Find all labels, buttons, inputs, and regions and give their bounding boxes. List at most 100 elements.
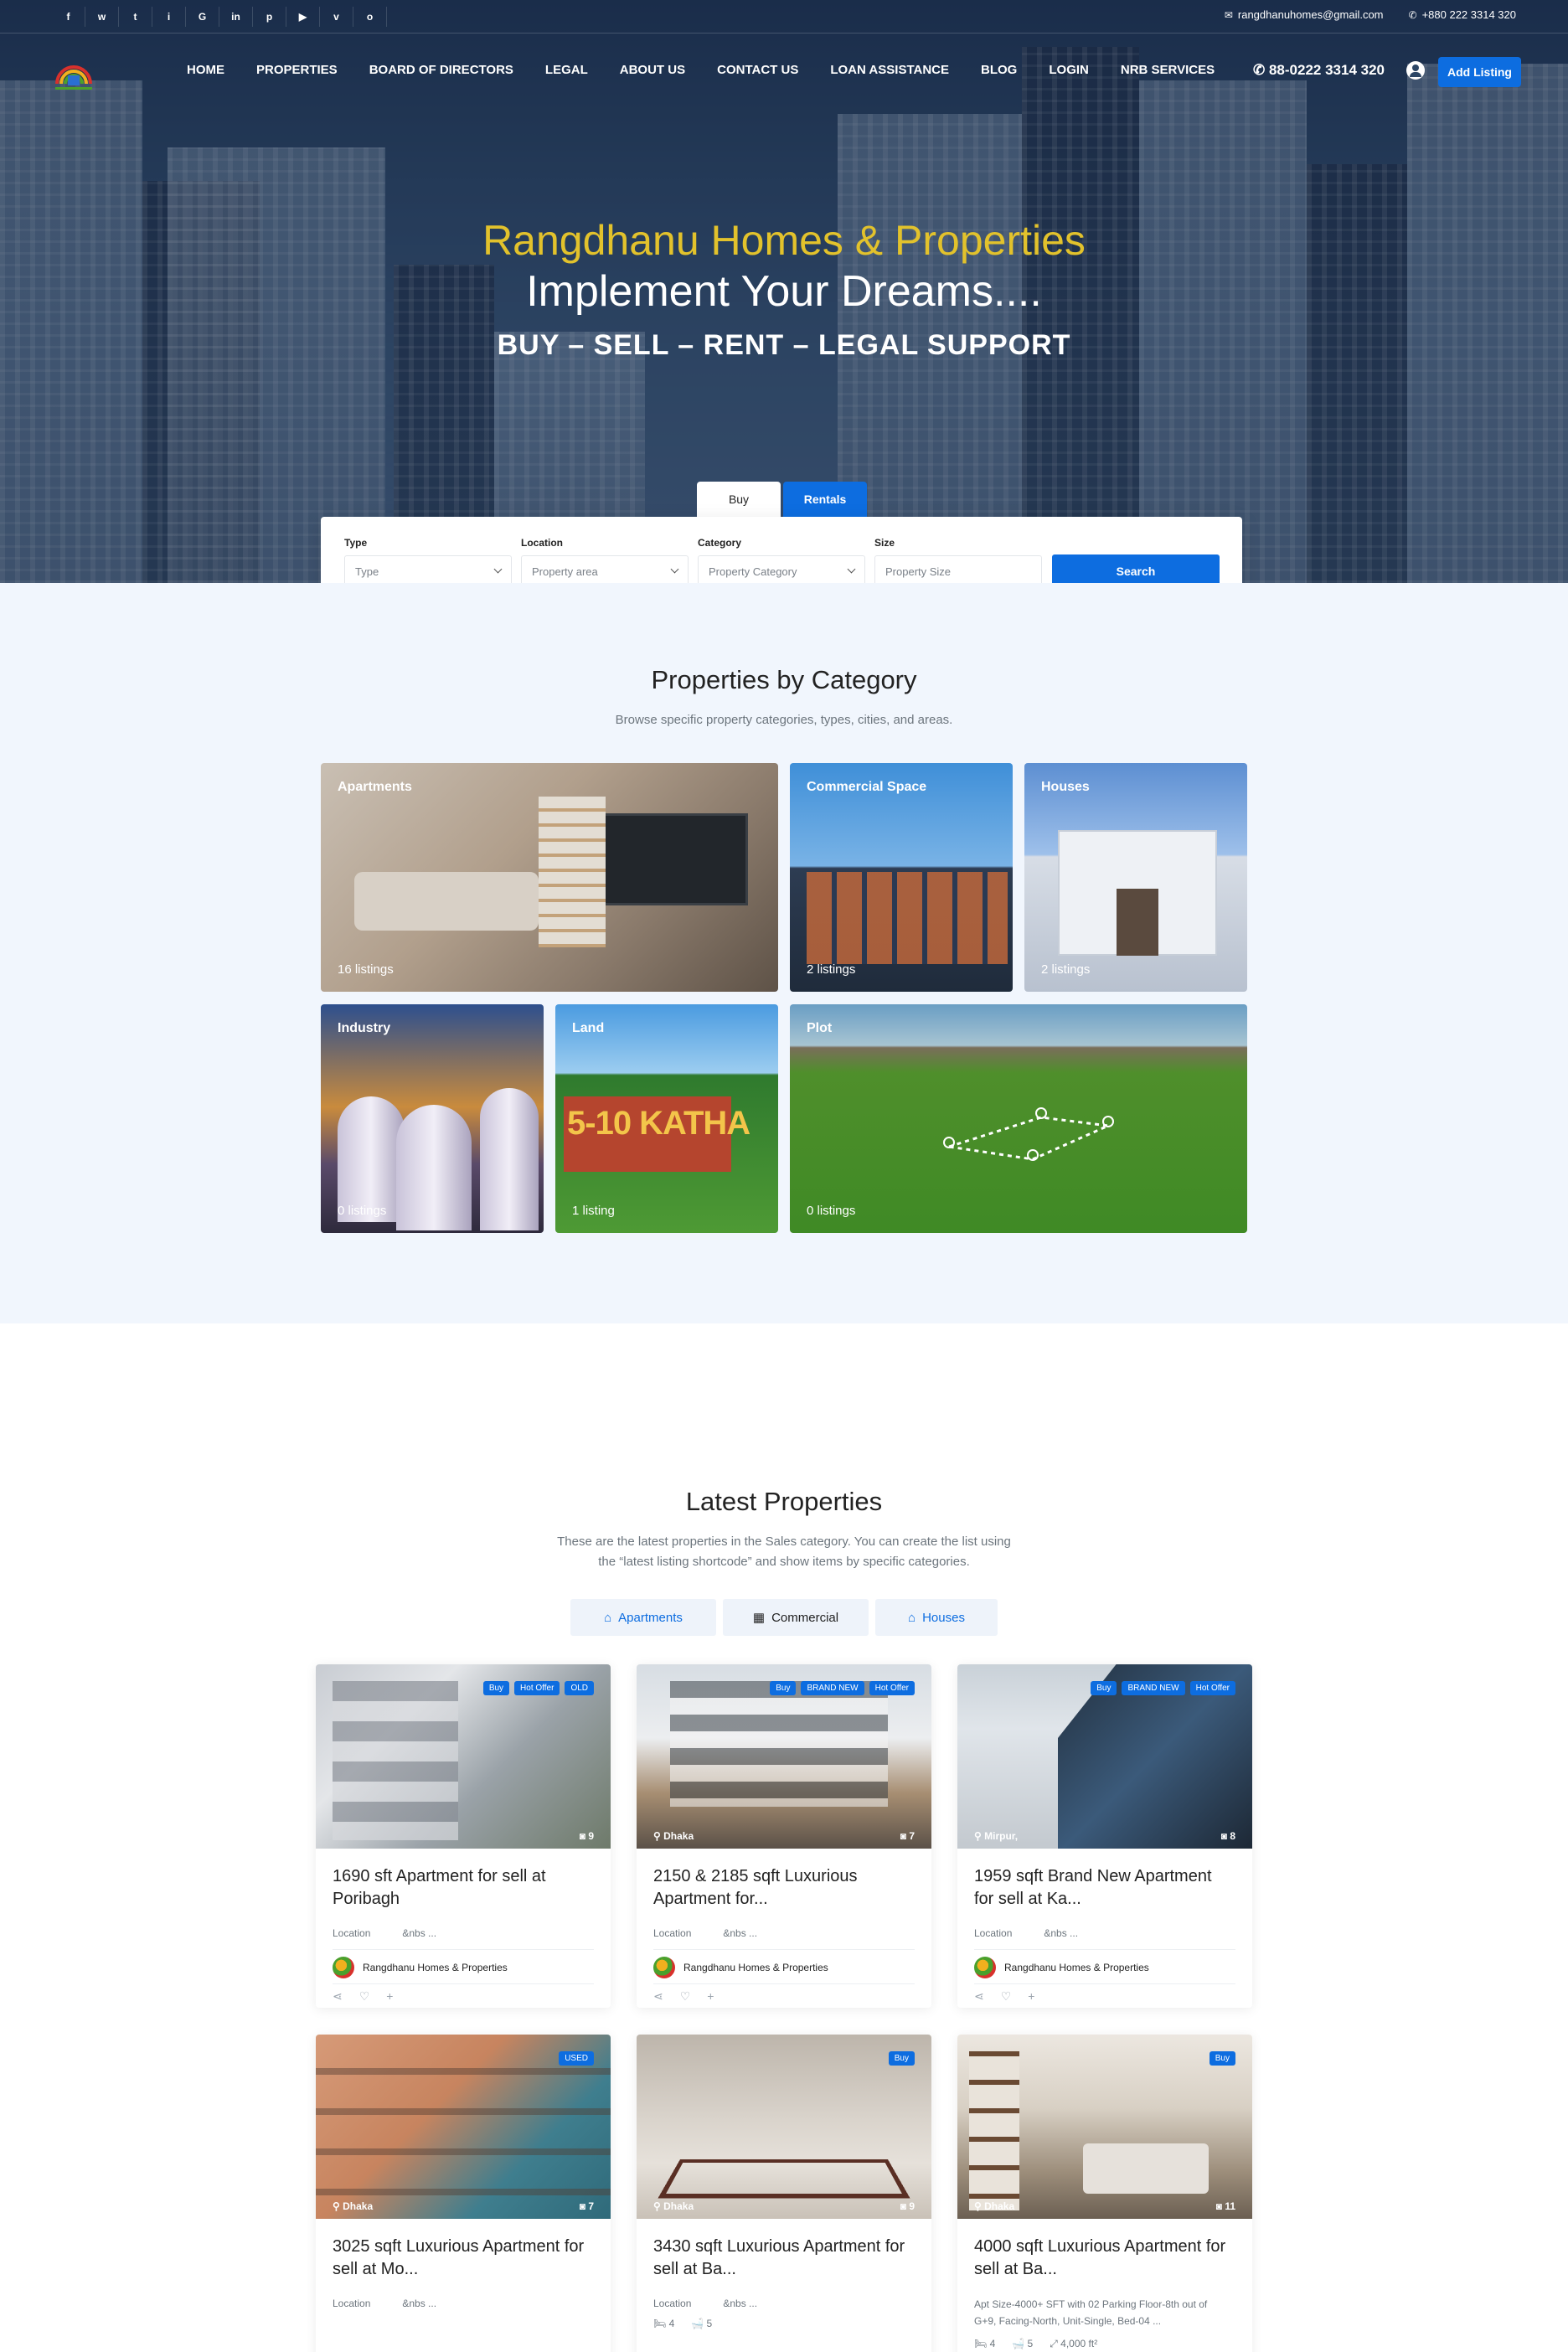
card-actions: ⋖ ♡ +	[333, 1983, 594, 2004]
tab-rentals[interactable]: Rentals	[783, 482, 867, 517]
heart-icon[interactable]: ♡	[1001, 1989, 1012, 2004]
whatsapp-icon[interactable]: w	[85, 7, 119, 27]
category-count: 16 listings	[338, 962, 394, 977]
property-card[interactable]: USED ⚲ Dhaka ◙ 7 3025 sqft Luxurious Apa…	[316, 2035, 611, 2352]
property-title[interactable]: 2150 & 2185 sqft Luxurious Apartment for…	[637, 1849, 931, 1911]
property-title[interactable]: 1690 sft Apartment for sell at Poribagh	[316, 1849, 611, 1911]
property-meta: Location &nbs ...	[316, 1911, 611, 1939]
vimeo-icon[interactable]: v	[320, 7, 353, 27]
top-contact: ✉ rangdhanuhomes@gmail.com ✆ +880 222 3314…	[1225, 8, 1516, 21]
latest-subtitle-line-1: These are the latest properties in the S…	[557, 1534, 1011, 1549]
nav-properties[interactable]: PROPERTIES	[256, 63, 338, 77]
badge: BRAND NEW	[801, 1681, 864, 1695]
category-name: Land	[572, 1021, 605, 1035]
share-icon[interactable]: ⋖	[653, 1989, 663, 2004]
share-icon[interactable]: ⋖	[974, 1989, 984, 2004]
top-phone-link[interactable]: ✆ +880 222 3314 320	[1409, 8, 1516, 21]
property-card[interactable]: Buy ⚲ Dhaka ◙ 11 4000 sqft Luxurious Apa…	[957, 2035, 1252, 2352]
category-commercial-space[interactable]: Commercial Space 2 listings	[790, 763, 1013, 992]
hero-tagline: Implement Your Dreams....	[526, 267, 1042, 316]
mail-icon: ✉	[1224, 9, 1233, 21]
facebook-icon[interactable]: f	[52, 7, 85, 27]
meta-label: Location	[653, 1927, 692, 1939]
meta-value: &nbs ...	[723, 1927, 758, 1939]
property-title[interactable]: 3025 sqft Luxurious Apartment for sell a…	[316, 2219, 611, 2281]
property-image[interactable]: Buy Hot Offer OLD ◙ 9	[316, 1664, 611, 1849]
camera-icon: ◙	[1215, 2200, 1225, 2212]
bookshelf-shape	[969, 2051, 1019, 2210]
property-image[interactable]: Buy ⚲ Dhaka ◙ 11	[957, 2035, 1252, 2219]
category-industry[interactable]: Industry 0 listings	[321, 1004, 544, 1233]
tab-buy[interactable]: Buy	[697, 482, 781, 517]
top-phone: +880 222 3314 320	[1421, 8, 1516, 21]
baths-count: 5	[706, 2318, 713, 2329]
nav-about-us[interactable]: ABOUT US	[620, 63, 685, 77]
property-card[interactable]: Buy BRAND NEW Hot Offer ⚲ Dhaka ◙ 7 2150 &…	[637, 1664, 931, 2008]
property-title[interactable]: 1959 sqft Brand New Apartment for sell a…	[957, 1849, 1252, 1911]
tank-shape	[396, 1105, 472, 1230]
nav-contact-us[interactable]: CONTACT US	[717, 63, 798, 77]
heart-icon[interactable]: ♡	[680, 1989, 691, 2004]
property-location: ⚲ Dhaka	[653, 1830, 694, 1842]
nav-nrb-services[interactable]: NRB SERVICES	[1121, 63, 1215, 77]
nav-login[interactable]: LOGIN	[1049, 63, 1089, 77]
site-logo[interactable]	[52, 50, 95, 90]
property-image[interactable]: Buy BRAND NEW Hot Offer ⚲ Dhaka ◙ 7	[637, 1664, 931, 1849]
nav-home[interactable]: HOME	[187, 63, 224, 77]
instagram-icon[interactable]: o	[353, 7, 387, 27]
top-email-link[interactable]: ✉ rangdhanuhomes@gmail.com	[1225, 8, 1384, 21]
filter-houses[interactable]: ⌂ Houses	[875, 1599, 998, 1636]
hero-brand: Rangdhanu Homes & Properties	[482, 217, 1086, 264]
linkedin-icon[interactable]: in	[219, 7, 253, 27]
add-listing-button[interactable]: Add Listing	[1438, 57, 1521, 87]
header-phone-number: 88-0222 3314 320	[1268, 62, 1385, 78]
plus-icon[interactable]: +	[1028, 1989, 1034, 2004]
tiktok-icon[interactable]: t	[119, 7, 152, 27]
agent-row[interactable]: Rangdhanu Homes & Properties	[974, 1949, 1235, 1978]
agent-row[interactable]: Rangdhanu Homes & Properties	[653, 1949, 915, 1978]
property-card[interactable]: Buy BRAND NEW Hot Offer ⚲ Mirpur, ◙ 8 1959…	[957, 1664, 1252, 2008]
property-title[interactable]: 3430 sqft Luxurious Apartment for sell a…	[637, 2219, 931, 2281]
user-account-icon[interactable]	[1406, 61, 1425, 80]
property-image[interactable]: Buy BRAND NEW Hot Offer ⚲ Mirpur, ◙ 8	[957, 1664, 1252, 1849]
youtube-icon[interactable]: ▶	[286, 7, 320, 27]
category-plot[interactable]: Plot 0 listings	[790, 1004, 1247, 1233]
property-image[interactable]: Buy ⚲ Dhaka ◙ 9	[637, 2035, 931, 2219]
photo-count-value: 7	[909, 1830, 915, 1842]
property-image[interactable]: USED ⚲ Dhaka ◙ 7	[316, 2035, 611, 2219]
filter-commercial[interactable]: ▦ Commercial	[723, 1599, 869, 1636]
nav-legal[interactable]: LEGAL	[545, 63, 588, 77]
phone-icon: ✆	[1253, 62, 1269, 78]
agent-name: Rangdhanu Homes & Properties	[363, 1962, 508, 1973]
nav-board-of-directors[interactable]: BOARD OF DIRECTORS	[369, 63, 513, 77]
category-apartments[interactable]: Apartments 16 listings	[321, 763, 778, 992]
category-count: 0 listings	[807, 1204, 856, 1218]
badge: Hot Offer	[869, 1681, 915, 1695]
land-sign-text: 5-10 KATHA	[567, 1105, 750, 1142]
category-land[interactable]: 5-10 KATHA Land 1 listing	[555, 1004, 778, 1233]
filter-apartments[interactable]: ⌂ Apartments	[570, 1599, 716, 1636]
nav-blog[interactable]: BLOG	[981, 63, 1017, 77]
filter-label: Commercial	[771, 1610, 839, 1625]
plus-icon[interactable]: +	[707, 1989, 714, 2004]
plus-icon[interactable]: +	[386, 1989, 393, 2004]
photo-count-value: 7	[588, 2200, 594, 2212]
header-phone[interactable]: ✆ 88-0222 3314 320	[1253, 62, 1385, 79]
pinterest-icon[interactable]: p	[253, 7, 286, 27]
share-icon[interactable]: ⋖	[333, 1989, 343, 2004]
agent-row[interactable]: Rangdhanu Homes & Properties	[333, 1949, 594, 1978]
category-houses[interactable]: Houses 2 listings	[1024, 763, 1247, 992]
google-icon[interactable]: G	[186, 7, 219, 27]
badge: OLD	[565, 1681, 594, 1695]
type-label: Type	[344, 537, 368, 549]
heart-icon[interactable]: ♡	[359, 1989, 370, 2004]
imo-icon[interactable]: i	[152, 7, 186, 27]
nav-loan-assistance[interactable]: LOAN ASSISTANCE	[830, 63, 949, 77]
floor-border-shape	[658, 2159, 910, 2199]
property-card[interactable]: Buy Hot Offer OLD ◙ 9 1690 sft Apartment f…	[316, 1664, 611, 2008]
location-text: Mirpur,	[984, 1830, 1019, 1842]
property-title[interactable]: 4000 sqft Luxurious Apartment for sell a…	[957, 2219, 1252, 2281]
top-email: rangdhanuhomes@gmail.com	[1237, 8, 1384, 21]
property-card[interactable]: Buy ⚲ Dhaka ◙ 9 3430 sqft Luxurious Apar…	[637, 2035, 931, 2352]
beds-count: 4	[989, 2338, 996, 2349]
